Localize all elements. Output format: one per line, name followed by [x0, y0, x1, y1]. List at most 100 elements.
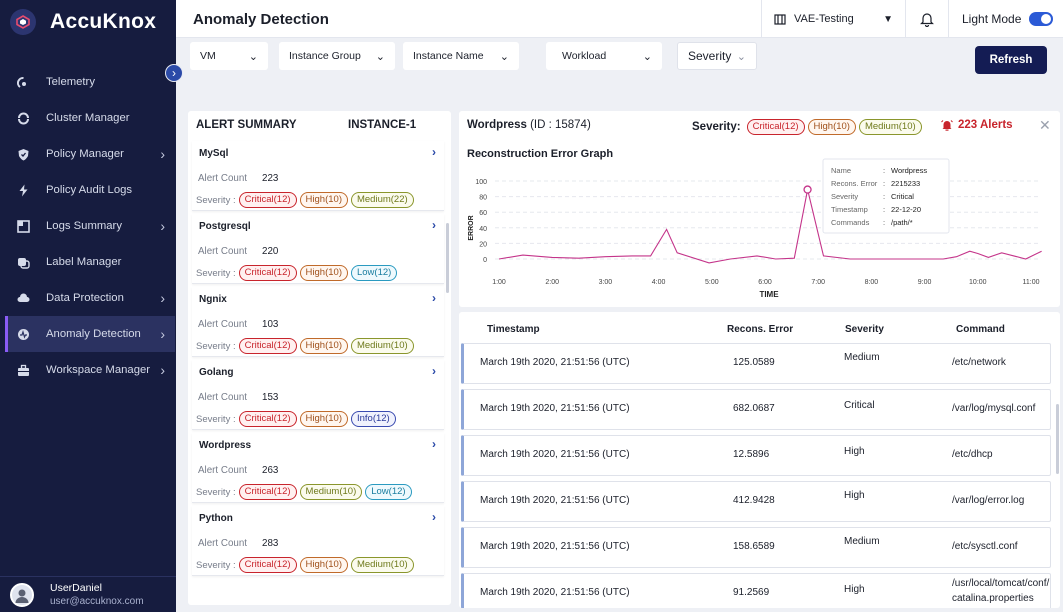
sidebar-item-label-manager[interactable]: Label Manager [5, 244, 175, 280]
instance-name-filter-label: Instance Name [413, 50, 484, 62]
severity-row: Severity : Critical(12) High(10) Medium(22) [196, 192, 414, 208]
alert-card[interactable]: Wordpress › Alert Count 263 Severity : Critic… [192, 433, 444, 503]
alert-card[interactable]: Ngnix › Alert Count 103 Severity : Critical(1… [192, 287, 444, 357]
sidebar-item-data-protection[interactable]: Data Protection › [5, 280, 175, 316]
column-header-timestamp[interactable]: Timestamp [487, 324, 540, 335]
instance-name-filter[interactable]: Instance Name ⌄ [403, 42, 519, 70]
cell-command: /usr/local/tomcat/conf/ catalina.propert… [952, 578, 1050, 604]
refresh-button[interactable]: Refresh [975, 46, 1047, 74]
tooltip-value: /path/* [891, 218, 913, 227]
table-row[interactable]: March 19th 2020, 21:51:56 (UTC) 158.6589 M… [461, 527, 1051, 568]
notification-button[interactable] [905, 0, 949, 38]
light-mode-toggle[interactable] [1029, 12, 1053, 26]
vm-filter-label: VM [200, 50, 216, 62]
severity-badge: Critical(12) [238, 411, 297, 427]
alert-count-label: Alert Count [198, 392, 248, 403]
user-profile[interactable]: UserDaniel user@accuknox.com [0, 576, 176, 612]
telemetry-icon [16, 75, 30, 89]
severity-filter[interactable]: Severity ⌄ [677, 42, 757, 70]
table-row[interactable]: March 19th 2020, 21:51:56 (UTC) 12.5896 Hi… [461, 435, 1051, 476]
workload-filter-label: Workload [562, 50, 607, 62]
workload-filter[interactable]: Workload ⌄ [546, 42, 662, 70]
severity-badge: Critical(12) [238, 557, 297, 573]
sidebar-item-anomaly-detection[interactable]: Anomaly Detection › [5, 316, 175, 352]
chevron-right-icon[interactable]: › [432, 218, 436, 232]
instance-group-filter-label: Instance Group [289, 50, 361, 62]
card-name: Ngnix [199, 294, 227, 305]
table-row[interactable]: March 19th 2020, 21:51:56 (UTC) 125.0589 M… [461, 343, 1051, 384]
highlight-point[interactable] [803, 185, 812, 194]
chevron-right-icon[interactable]: › [432, 291, 436, 305]
sidebar-collapse-button[interactable]: › [165, 64, 183, 82]
sidebar-item-label: Workspace Manager [46, 364, 151, 376]
sidebar-item-telemetry[interactable]: Telemetry [5, 64, 175, 100]
brand[interactable]: AccuKnox [0, 0, 176, 44]
cell-timestamp: March 19th 2020, 21:51:56 (UTC) [480, 495, 630, 506]
chevron-right-icon[interactable]: › [432, 145, 436, 159]
chevron-right-icon: › [160, 290, 165, 306]
chevron-right-icon[interactable]: › [432, 510, 436, 524]
tooltip-separator: : [883, 218, 885, 227]
sidebar-item-label: Label Manager [46, 256, 122, 268]
alert-count-value: 103 [262, 319, 279, 330]
instance-group-filter[interactable]: Instance Group ⌄ [279, 42, 395, 70]
column-header-recons-error[interactable]: Recons. Error [727, 324, 793, 335]
x-tick-label: 4:00 [652, 279, 666, 286]
cell-timestamp: March 19th 2020, 21:51:56 (UTC) [480, 541, 630, 552]
brand-name: AccuKnox [50, 10, 157, 33]
alert-card[interactable]: Golang › Alert Count 153 Severity : Critical(… [192, 360, 444, 430]
alert-count-value: 220 [262, 246, 279, 257]
tenant-selector[interactable]: VAE-Testing ▼ [761, 0, 905, 38]
severity-badge: High(10) [299, 265, 348, 281]
severity-badge: High(10) [299, 557, 348, 573]
alert-count-value: 263 [262, 465, 279, 476]
y-tick-label: 20 [479, 241, 487, 248]
sidebar-item-label: Policy Audit Logs [46, 184, 133, 196]
sidebar-item-workspace-manager[interactable]: Workspace Manager › [5, 352, 175, 388]
sidebar-item-cluster-manager[interactable]: Cluster Manager [5, 100, 175, 136]
alert-count-label: Alert Count [198, 173, 248, 184]
table-row[interactable]: March 19th 2020, 21:51:56 (UTC) 412.9428 H… [461, 481, 1051, 522]
chevron-down-icon: ▼ [883, 13, 893, 25]
cell-timestamp: March 19th 2020, 21:51:56 (UTC) [480, 587, 630, 598]
column-header-severity[interactable]: Severity [845, 324, 884, 335]
alert-card[interactable]: Postgresql › Alert Count 220 Severity : Criti… [192, 214, 444, 284]
alert-count-label: Alert Count [198, 465, 248, 476]
label-icon [16, 255, 30, 269]
chevron-down-icon: ⌄ [248, 50, 258, 63]
chevron-right-icon[interactable]: › [432, 364, 436, 378]
severity-badge: Medium(10) [350, 557, 414, 573]
sidebar-item-label: Data Protection [46, 292, 124, 304]
sidebar-item-policy-audit-logs[interactable]: Policy Audit Logs [5, 172, 175, 208]
severity-badge: Critical(12) [238, 265, 297, 281]
x-tick-label: 7:00 [811, 279, 825, 286]
alert-summary-panel: ALERT SUMMARY INSTANCE-1 MySql › Alert Cou… [188, 111, 451, 605]
scrollbar[interactable] [446, 223, 449, 293]
cell-recons-error: 158.6589 [733, 541, 775, 552]
column-header-command[interactable]: Command [956, 324, 1005, 335]
shield-icon [16, 147, 30, 161]
severity-badge: Low(12) [365, 484, 412, 500]
sidebar-item-policy-manager[interactable]: Policy Manager › [5, 136, 175, 172]
severity-badge: Critical(12) [238, 192, 297, 208]
chevron-right-icon: › [160, 146, 165, 162]
card-name: Postgresql [199, 221, 251, 232]
x-tick-label: 8:00 [865, 279, 879, 286]
vm-filter[interactable]: VM ⌄ [190, 42, 268, 70]
alert-card[interactable]: Python › Alert Count 283 Severity : Critical(… [192, 506, 444, 576]
sidebar-item-logs-summary[interactable]: Logs Summary › [5, 208, 175, 244]
chevron-right-icon: › [172, 66, 176, 80]
cell-recons-error: 682.0687 [733, 403, 775, 414]
alert-card[interactable]: MySql › Alert Count 223 Severity : Critical(1… [192, 141, 444, 211]
tooltip-separator: : [883, 192, 885, 201]
chevron-right-icon[interactable]: › [432, 437, 436, 451]
cell-command: /var/log/mysql.conf [952, 403, 1036, 414]
table-row[interactable]: March 19th 2020, 21:51:56 (UTC) 682.0687 C… [461, 389, 1051, 430]
card-name: Wordpress [199, 440, 252, 451]
table-row[interactable]: March 19th 2020, 21:51:56 (UTC) 91.2569 Hi… [461, 573, 1051, 608]
cell-command: /etc/dhcp [952, 449, 993, 460]
y-tick-label: 40 [479, 226, 487, 233]
reconstruction-error-chart: 100 80 60 40 20 0 1:00 2:00 3:00 4:00 5:00 6:00 7:00… [468, 158, 1042, 299]
scrollbar[interactable] [1056, 404, 1059, 474]
x-tick-label: 6:00 [758, 279, 772, 286]
